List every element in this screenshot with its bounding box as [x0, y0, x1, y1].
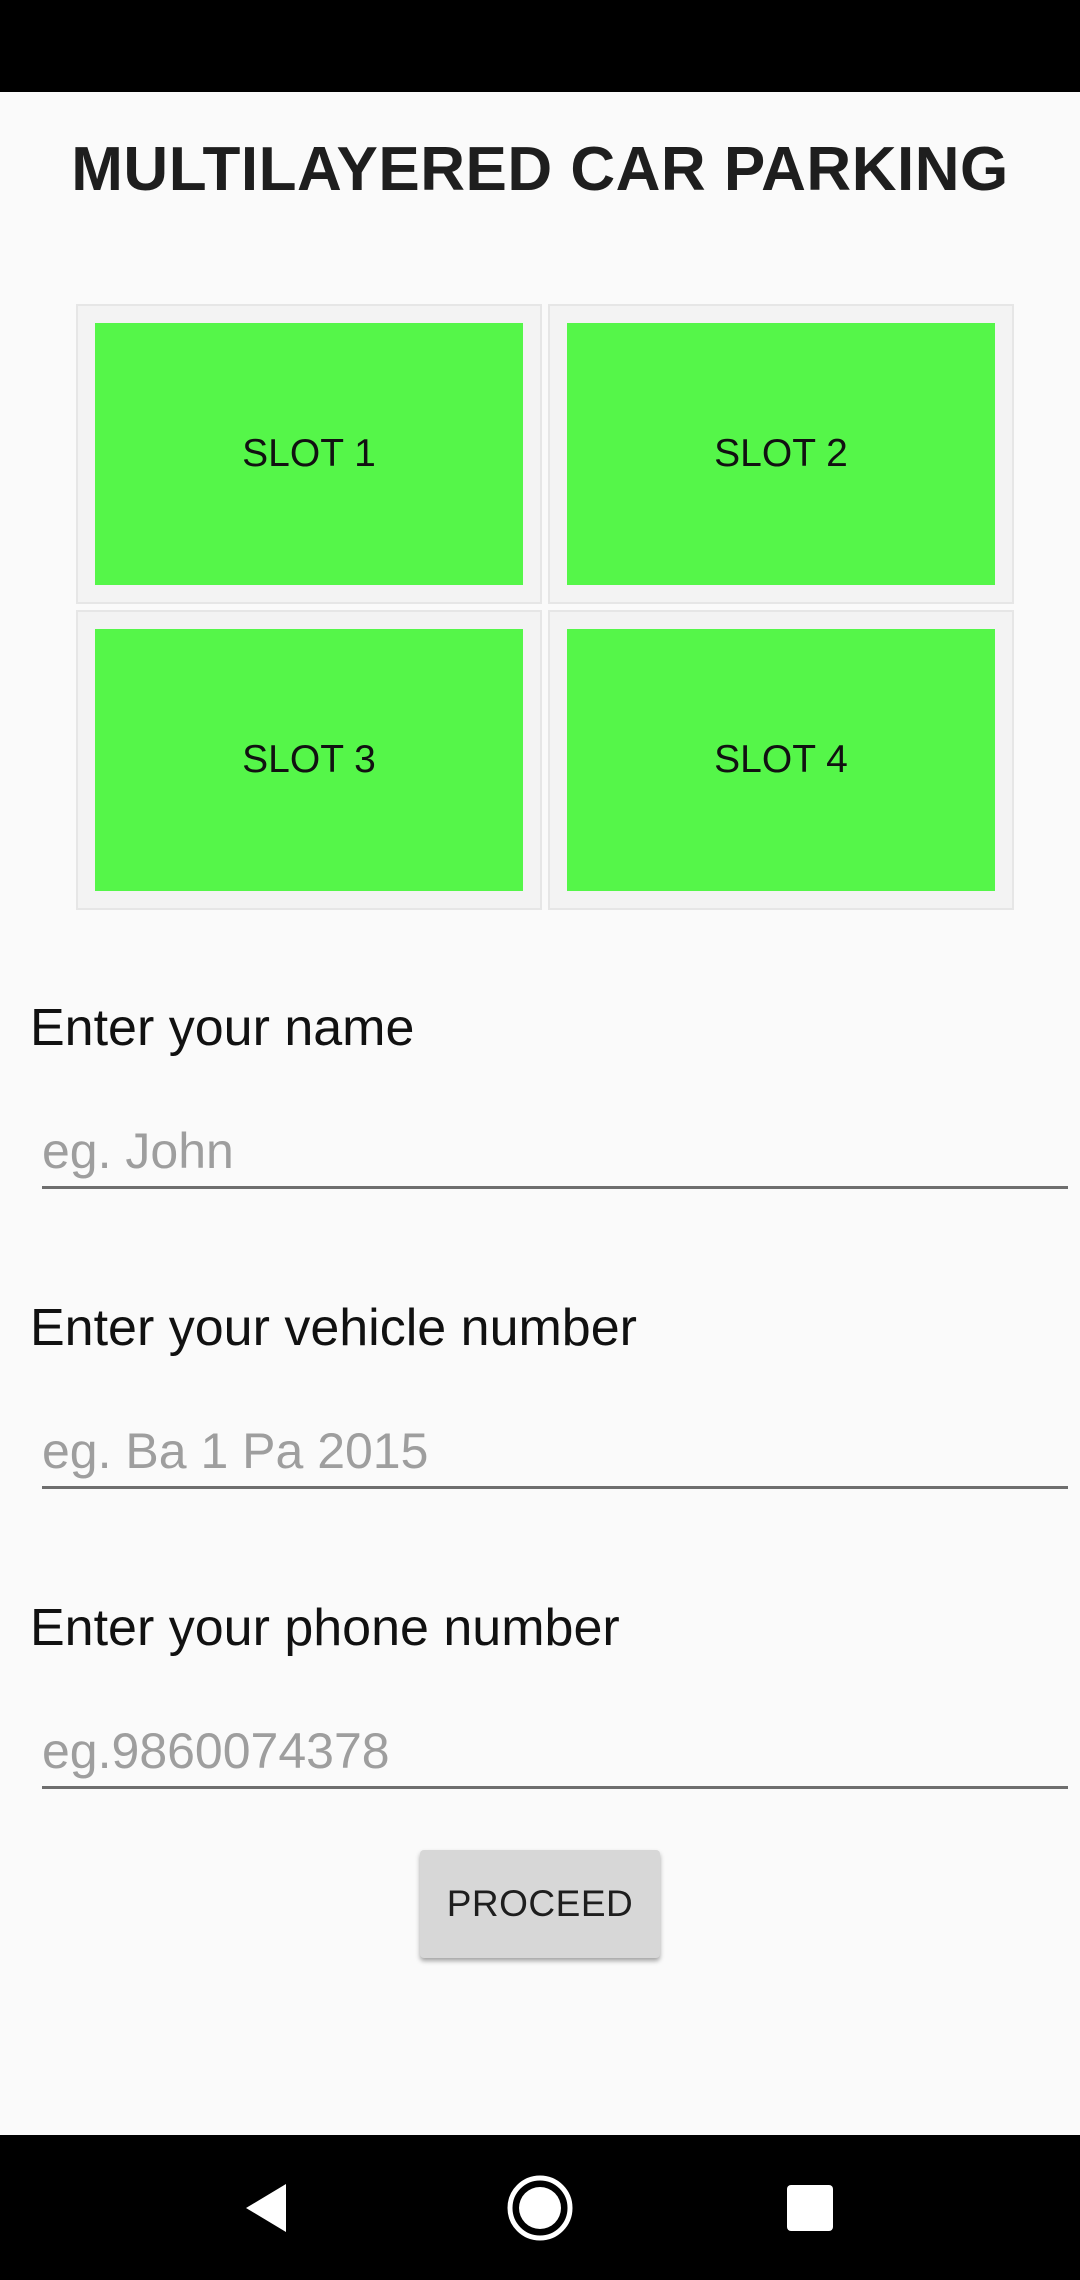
phone-number-input[interactable] — [42, 1716, 1068, 1789]
page-title: MULTILAYERED CAR PARKING — [71, 135, 1009, 204]
home-circle-icon — [507, 2175, 573, 2240]
navigation-bar — [0, 2135, 1080, 2280]
name-input[interactable] — [42, 1116, 1068, 1189]
phone-number-label: Enter your phone number — [30, 1599, 620, 1657]
back-button[interactable] — [198, 2135, 338, 2280]
vehicle-number-label: Enter your vehicle number — [30, 1299, 637, 1357]
vehicle-number-input[interactable] — [42, 1416, 1068, 1489]
app-screen: MULTILAYERED CAR PARKING SLOT 1 SLOT 2 S… — [0, 92, 1080, 2135]
slot-cell: SLOT 3 — [76, 610, 542, 910]
status-bar — [0, 0, 1080, 92]
recents-button[interactable] — [740, 2135, 880, 2280]
parking-slot-grid: SLOT 1 SLOT 2 SLOT 3 SLOT 4 — [76, 304, 1031, 910]
slot-3-button[interactable]: SLOT 3 — [95, 629, 523, 891]
slot-2-button[interactable]: SLOT 2 — [567, 323, 995, 585]
proceed-button[interactable]: PROCEED — [420, 1850, 660, 1958]
name-label: Enter your name — [30, 999, 415, 1057]
slot-4-button[interactable]: SLOT 4 — [567, 629, 995, 891]
slot-cell: SLOT 1 — [76, 304, 542, 604]
back-triangle-icon — [246, 2183, 286, 2232]
home-button[interactable] — [470, 2135, 610, 2280]
slot-cell: SLOT 4 — [548, 610, 1014, 910]
recents-square-icon — [787, 2184, 833, 2231]
slot-1-button[interactable]: SLOT 1 — [95, 323, 523, 585]
slot-cell: SLOT 2 — [548, 304, 1014, 604]
